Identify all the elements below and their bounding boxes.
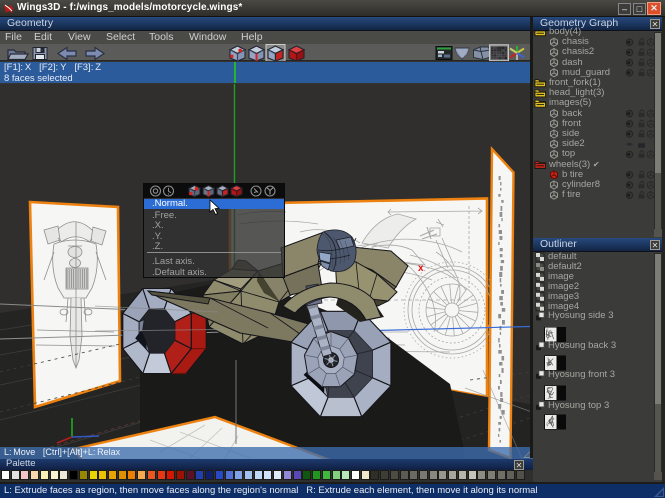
svg-text:x: x — [418, 263, 424, 274]
